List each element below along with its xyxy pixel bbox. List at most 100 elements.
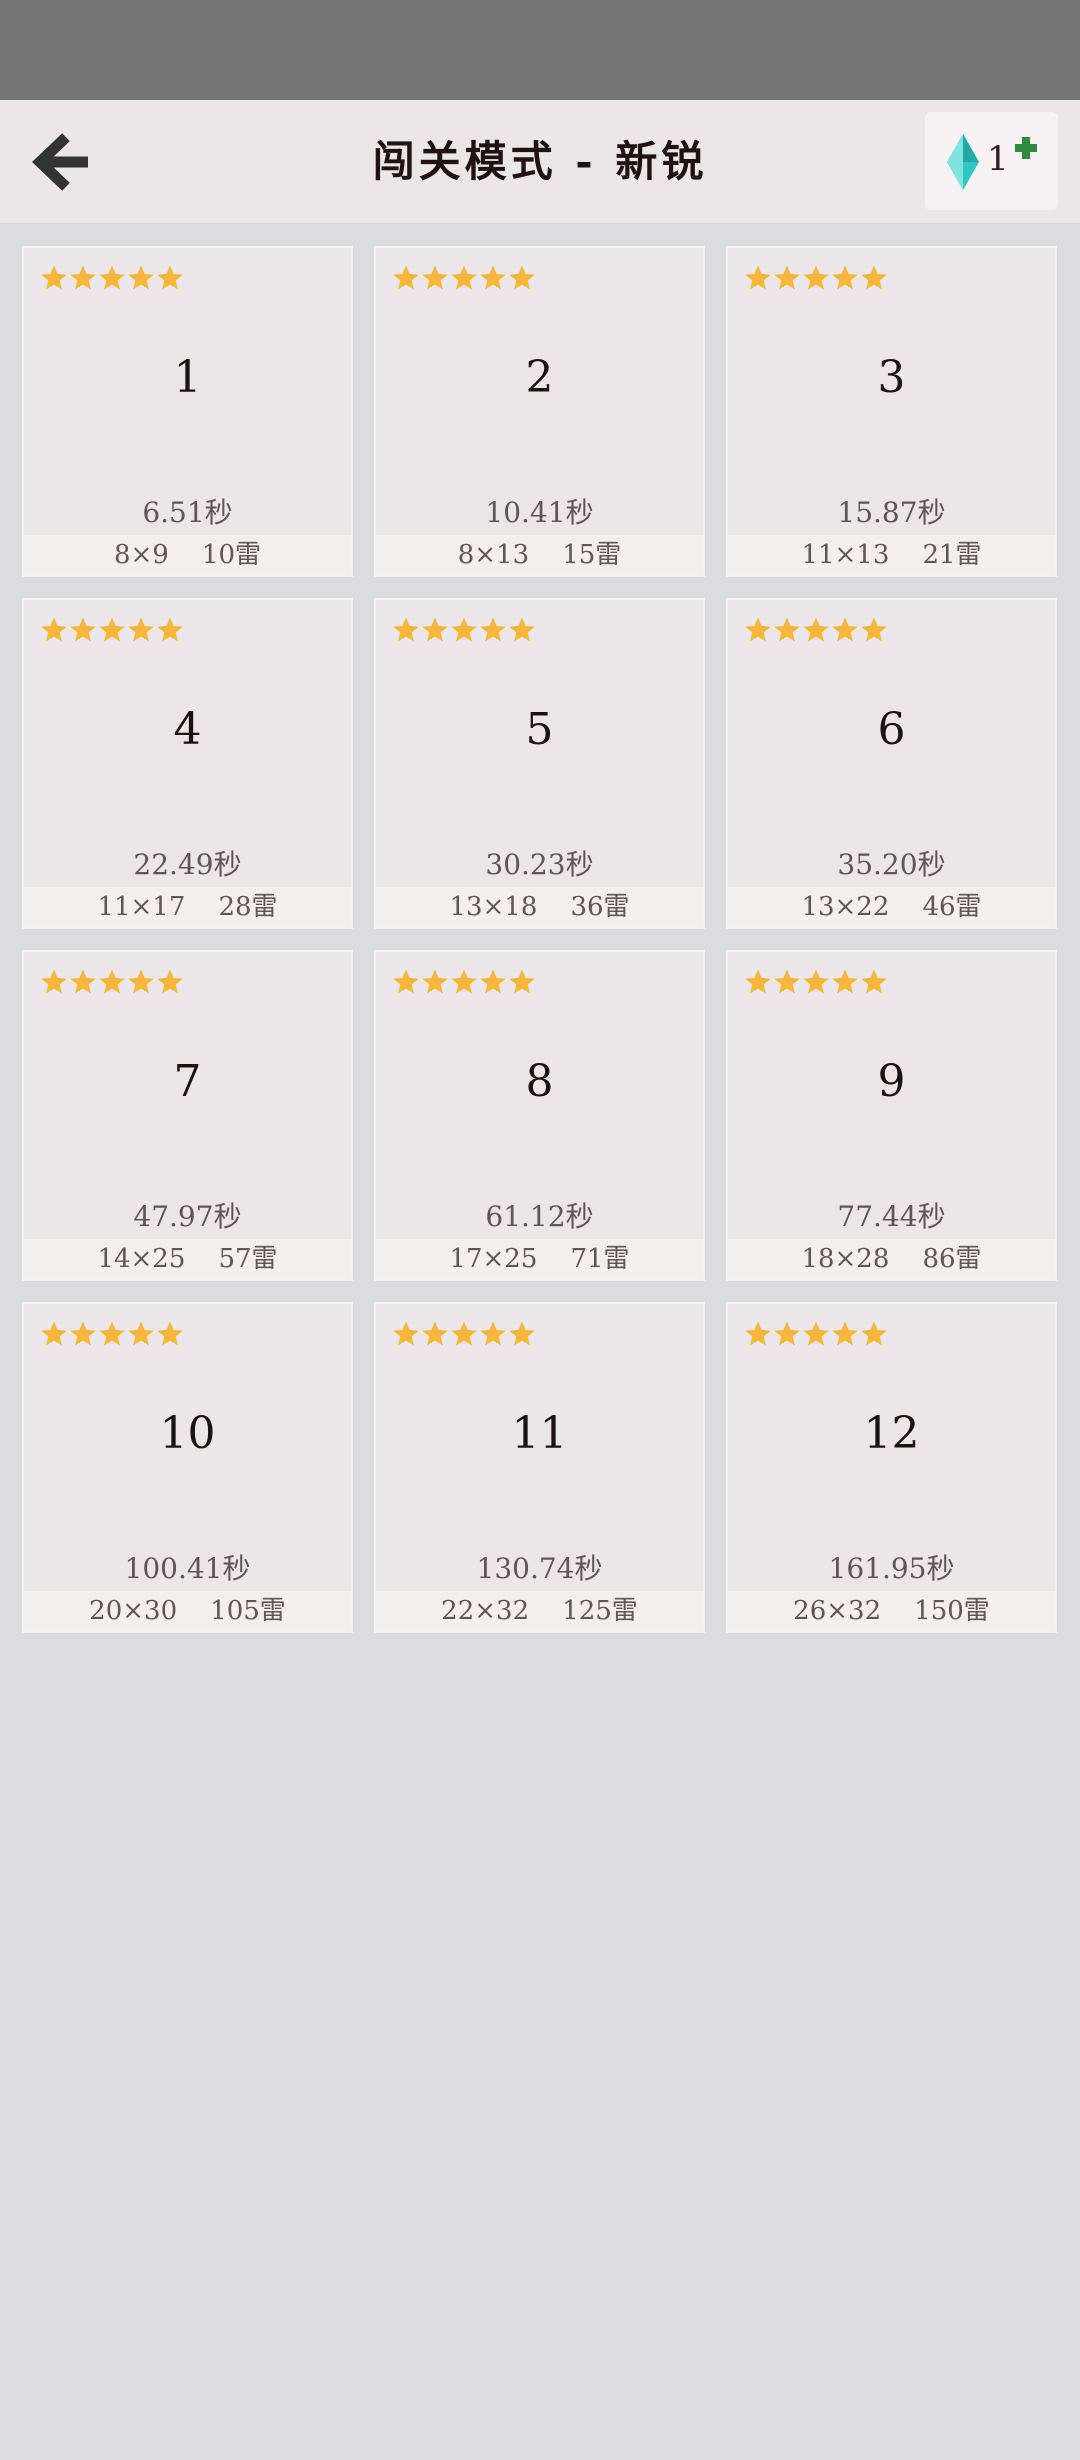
level-card[interactable]: 12 161.95秒 26×32 150雷 [726,1302,1057,1633]
star-rating [392,616,536,646]
star-icon [774,265,800,290]
level-card[interactable]: 11 130.74秒 22×32 125雷 [374,1302,705,1633]
best-time: 35.20秒 [837,848,946,881]
star-icon [128,617,154,642]
star-rating [40,968,184,998]
star-icon [128,1321,154,1346]
board-size-mines: 14×25 57雷 [24,1239,351,1279]
star-icon [41,265,67,290]
board-size-mines: 26×32 150雷 [728,1591,1055,1631]
level-number: 11 [511,1408,568,1459]
star-icon [509,1321,535,1346]
level-number: 8 [525,1056,554,1107]
star-icon [99,617,125,642]
level-card[interactable]: 1 6.51秒 8×9 10雷 [22,246,353,577]
best-time: 10.41秒 [485,496,594,529]
level-number: 2 [525,352,554,403]
best-time: 77.44秒 [837,1200,946,1233]
level-number: 7 [173,1056,202,1107]
star-icon [509,265,535,290]
star-rating [744,264,888,294]
level-card[interactable]: 4 22.49秒 11×17 28雷 [22,598,353,929]
star-icon [861,1321,887,1346]
star-icon [480,265,506,290]
star-rating [40,1320,184,1350]
star-icon [451,617,477,642]
best-time: 130.74秒 [476,1552,603,1585]
star-icon [128,265,154,290]
gem-counter-button[interactable]: 1 [925,112,1058,210]
star-rating [40,616,184,646]
board-size-mines: 17×25 71雷 [376,1239,703,1279]
star-icon [861,969,887,994]
board-size-mines: 20×30 105雷 [24,1591,351,1631]
plus-icon[interactable] [1014,136,1038,160]
level-card[interactable]: 2 10.41秒 8×13 15雷 [374,246,705,577]
best-time: 30.23秒 [485,848,594,881]
header: 闯关模式 - 新锐 1 [0,100,1080,223]
star-icon [157,265,183,290]
back-arrow-icon [32,133,88,191]
star-icon [422,265,448,290]
board-size-mines: 13×18 36雷 [376,887,703,927]
star-icon [774,969,800,994]
star-icon [157,1321,183,1346]
star-icon [451,1321,477,1346]
star-icon [157,617,183,642]
star-icon [832,969,858,994]
star-icon [422,617,448,642]
star-icon [128,969,154,994]
level-card[interactable]: 6 35.20秒 13×22 46雷 [726,598,1057,929]
star-icon [393,617,419,642]
board-size-mines: 18×28 86雷 [728,1239,1055,1279]
level-card[interactable]: 3 15.87秒 11×13 21雷 [726,246,1057,577]
star-icon [41,617,67,642]
level-number: 6 [877,704,906,755]
board-size-mines: 22×32 125雷 [376,1591,703,1631]
level-card[interactable]: 7 47.97秒 14×25 57雷 [22,950,353,1281]
level-card[interactable]: 8 61.12秒 17×25 71雷 [374,950,705,1281]
star-icon [393,265,419,290]
back-button[interactable] [26,127,102,197]
star-icon [832,265,858,290]
star-icon [480,617,506,642]
star-icon [745,617,771,642]
star-icon [41,969,67,994]
star-icon [480,969,506,994]
star-icon [803,265,829,290]
star-icon [451,969,477,994]
level-card[interactable]: 10 100.41秒 20×30 105雷 [22,1302,353,1633]
best-time: 15.87秒 [837,496,946,529]
level-number: 9 [877,1056,906,1107]
best-time: 161.95秒 [828,1552,955,1585]
best-time: 61.12秒 [485,1200,594,1233]
star-icon [745,1321,771,1346]
best-time: 100.41秒 [124,1552,251,1585]
star-rating [392,1320,536,1350]
star-icon [393,969,419,994]
status-bar [0,0,1080,100]
best-time: 22.49秒 [133,848,242,881]
board-size-mines: 11×17 28雷 [24,887,351,927]
star-icon [832,1321,858,1346]
star-icon [422,1321,448,1346]
gem-icon [945,132,981,192]
star-icon [41,1321,67,1346]
star-icon [509,969,535,994]
star-icon [774,617,800,642]
star-icon [393,1321,419,1346]
star-icon [745,969,771,994]
board-size-mines: 8×9 10雷 [24,535,351,575]
level-number: 5 [525,704,554,755]
board-size-mines: 8×13 15雷 [376,535,703,575]
level-card[interactable]: 5 30.23秒 13×18 36雷 [374,598,705,929]
star-icon [70,969,96,994]
level-number: 3 [877,352,906,403]
star-icon [861,265,887,290]
star-icon [861,617,887,642]
star-icon [832,617,858,642]
best-time: 47.97秒 [133,1200,242,1233]
star-rating [744,616,888,646]
star-rating [40,264,184,294]
level-card[interactable]: 9 77.44秒 18×28 86雷 [726,950,1057,1281]
